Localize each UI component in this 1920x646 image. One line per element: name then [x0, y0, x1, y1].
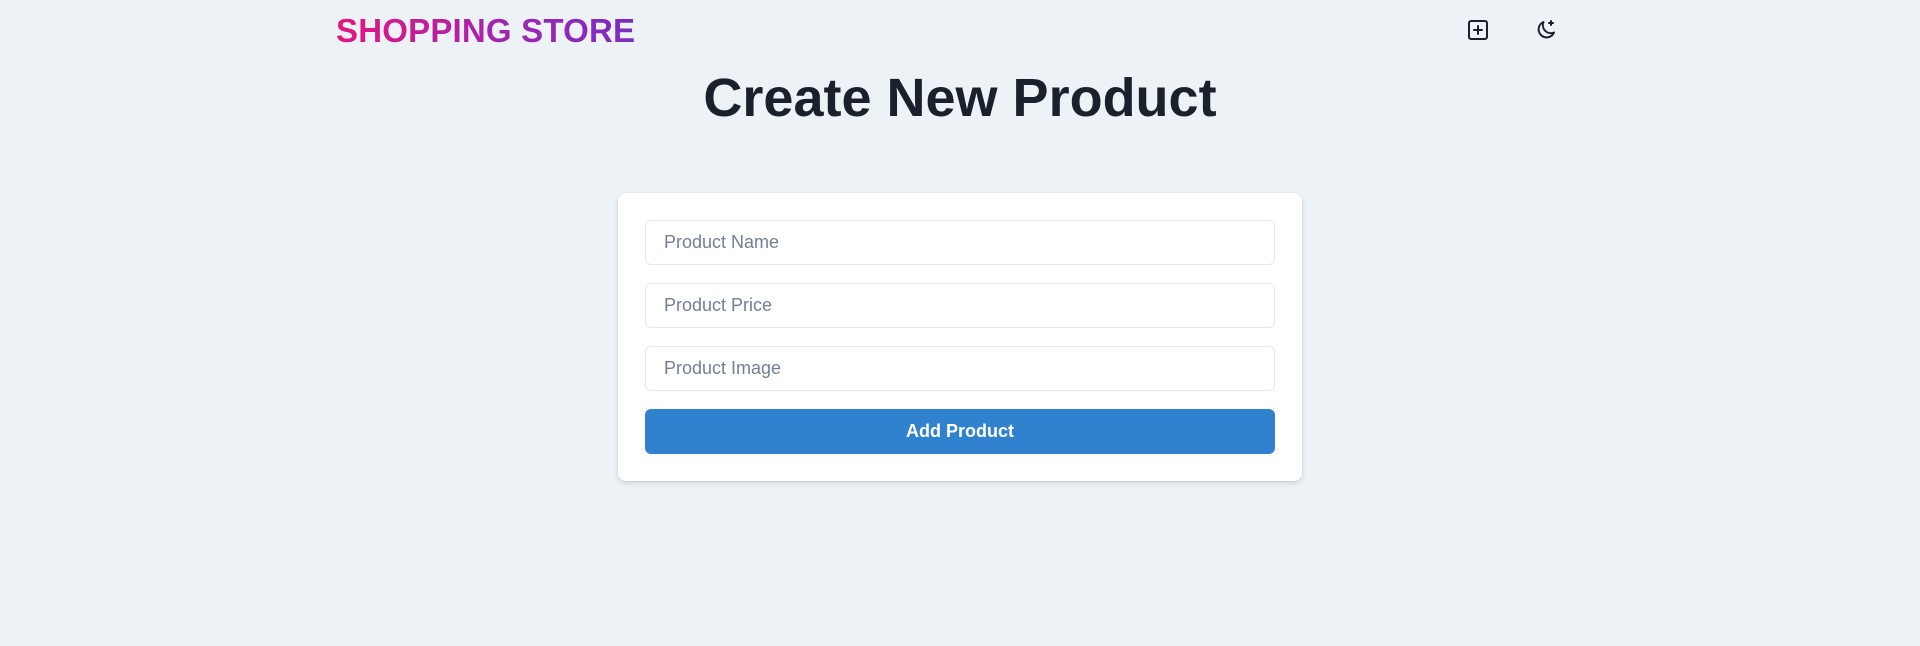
brand-logo-link[interactable]: SHOPPING STORE — [336, 0, 635, 62]
create-product-button[interactable] — [1458, 11, 1498, 51]
product-name-input[interactable] — [645, 220, 1275, 265]
create-product-form: Add Product — [618, 193, 1302, 481]
product-image-input[interactable] — [645, 346, 1275, 391]
moon-icon — [1534, 18, 1558, 45]
toggle-dark-mode-button[interactable] — [1526, 11, 1566, 51]
navbar: SHOPPING STORE — [336, 0, 1566, 62]
nav-actions — [1458, 11, 1566, 51]
plus-square-icon — [1466, 18, 1490, 45]
page-title: Create New Product — [703, 68, 1217, 128]
product-price-input[interactable] — [645, 283, 1275, 328]
add-product-button[interactable]: Add Product — [645, 409, 1275, 454]
